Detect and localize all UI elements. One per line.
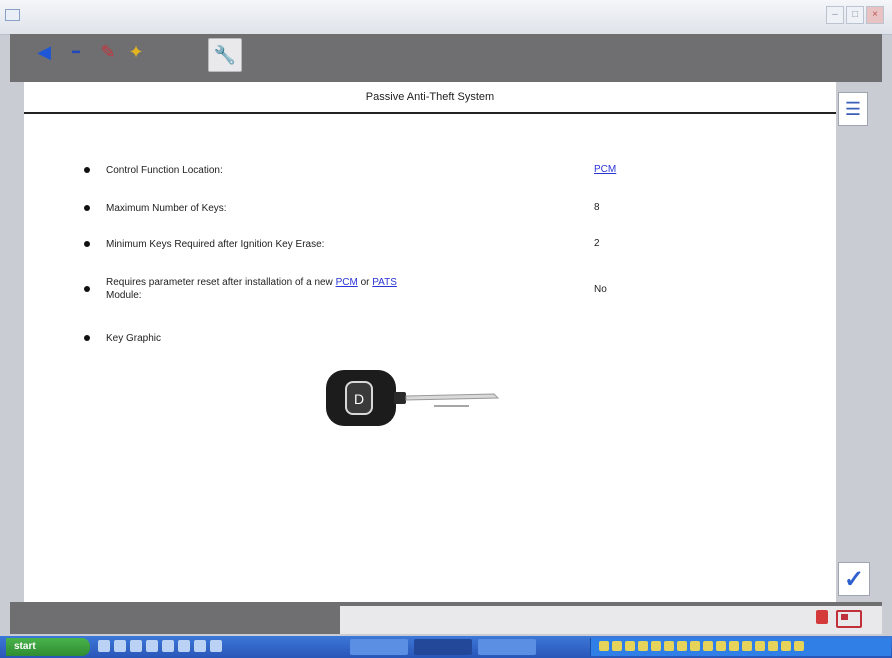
quick-launch-icon[interactable] <box>146 640 158 652</box>
taskbar-task[interactable] <box>414 639 472 655</box>
label-text: Module: <box>106 290 142 301</box>
pcm-link[interactable]: PCM <box>336 277 358 288</box>
back-arrow-icon[interactable]: ◀ <box>32 40 56 64</box>
row-label: Key Graphic <box>106 333 162 344</box>
close-button[interactable]: × <box>866 6 884 24</box>
tray-icon[interactable] <box>768 641 778 651</box>
tray-icon[interactable] <box>599 641 609 651</box>
quick-launch-icon[interactable] <box>114 640 126 652</box>
start-button[interactable]: start <box>6 638 90 656</box>
app-icon <box>5 9 20 21</box>
tray-icon[interactable] <box>677 641 687 651</box>
tray-icons <box>599 641 804 651</box>
maximize-button[interactable]: □ <box>846 6 864 24</box>
svg-text:D: D <box>354 391 364 407</box>
tray-icon[interactable] <box>781 641 791 651</box>
tray-icon[interactable] <box>690 641 700 651</box>
quick-launch-icon[interactable] <box>130 640 142 652</box>
quick-launch-icon[interactable] <box>178 640 190 652</box>
taskbar-tasks <box>350 639 536 655</box>
label-text: Requires parameter reset after installat… <box>106 277 336 288</box>
tray-icon[interactable] <box>755 641 765 651</box>
tray-icon[interactable] <box>651 641 661 651</box>
wrench-icon[interactable]: 🔧 <box>208 38 242 72</box>
row-value: No <box>594 284 607 295</box>
status-bar <box>10 602 882 634</box>
tray-icon[interactable] <box>729 641 739 651</box>
tray-icon[interactable] <box>625 641 635 651</box>
taskbar-task[interactable] <box>350 639 408 655</box>
tray-icon[interactable] <box>716 641 726 651</box>
bullet <box>84 335 90 341</box>
content-panel: Passive Anti-Theft System Control Functi… <box>24 82 836 602</box>
window-title-bar: – □ × <box>0 0 892 35</box>
row-value: 2 <box>594 238 600 249</box>
quick-launch-icon[interactable] <box>210 640 222 652</box>
key-graphic: D <box>326 370 500 426</box>
vehicle-icon[interactable]: ✎ <box>96 40 120 64</box>
confirm-button[interactable]: ✓ <box>838 562 870 596</box>
row-label: Requires parameter reset after installat… <box>106 276 546 302</box>
list-view-button[interactable]: ☰ <box>838 92 868 126</box>
home-icon[interactable]: ✦ <box>124 40 148 64</box>
quick-launch-icon[interactable] <box>162 640 174 652</box>
tray-icon[interactable] <box>794 641 804 651</box>
row-label: Minimum Keys Required after Ignition Key… <box>106 239 325 250</box>
row-value: 8 <box>594 202 600 213</box>
lock-icon <box>816 610 828 624</box>
toolbar: ◀ ━ ✎ ✦ 🔧 <box>10 34 882 82</box>
window-controls: – □ × <box>826 6 884 24</box>
row-label: Maximum Number of Keys: <box>106 203 227 214</box>
label-text: or <box>357 277 373 288</box>
pcm-link[interactable]: PCM <box>594 164 616 175</box>
battery-icon <box>836 610 862 628</box>
tray-icon[interactable] <box>664 641 674 651</box>
system-tray <box>590 638 891 656</box>
minimize-button[interactable]: – <box>826 6 844 24</box>
status-area <box>340 606 882 634</box>
quick-launch <box>98 640 222 652</box>
bullet <box>84 167 90 173</box>
page-title: Passive Anti-Theft System <box>24 82 836 114</box>
forward-icon[interactable]: ━ <box>64 40 88 64</box>
bullet <box>84 241 90 247</box>
pats-link[interactable]: PATS <box>372 277 397 288</box>
tray-icon[interactable] <box>742 641 752 651</box>
row-label: Control Function Location: <box>106 165 223 176</box>
quick-launch-icon[interactable] <box>194 640 206 652</box>
taskbar: start <box>0 636 892 658</box>
tray-icon[interactable] <box>612 641 622 651</box>
quick-launch-icon[interactable] <box>98 640 110 652</box>
taskbar-task[interactable] <box>478 639 536 655</box>
bullet <box>84 286 90 292</box>
bullet <box>84 205 90 211</box>
tray-icon[interactable] <box>638 641 648 651</box>
tray-icon[interactable] <box>703 641 713 651</box>
